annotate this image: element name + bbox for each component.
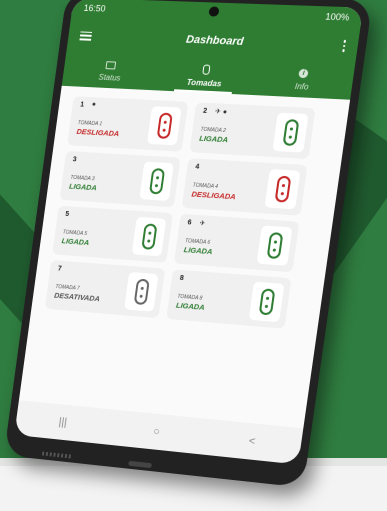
tab-info[interactable]: i Info [251, 61, 355, 100]
socket-toggle[interactable] [146, 106, 182, 146]
socket-number: 5 [64, 210, 70, 219]
power-outlet-icon [273, 175, 291, 203]
socket-state: LIGADA [198, 133, 229, 145]
speaker-grille [41, 451, 71, 459]
power-outlet-icon [281, 119, 299, 147]
power-outlet-icon [133, 278, 150, 306]
phone-screen: 16:50 100% Dashboard Status Tomadas i In… [14, 0, 364, 465]
phone-mockup: 16:50 100% Dashboard Status Tomadas i In… [0, 0, 387, 511]
socket-flags: ✈ ● [214, 108, 228, 116]
socket-number: 7 [57, 265, 63, 273]
socket-state: LIGADA [175, 300, 206, 312]
socket-card[interactable]: 5 TOMADA 5 LIGADA [52, 205, 173, 263]
socket-state: LIGADA [61, 236, 90, 248]
power-outlet-icon [258, 288, 275, 316]
socket-number: 2 [202, 107, 208, 115]
sockets-grid: 1 ● TOMADA 1 DESLIGADA 2 ✈ ● TOMADA 2 LI… [19, 85, 351, 425]
socket-state: LIGADA [183, 245, 213, 257]
status-battery: 100% [324, 11, 350, 23]
socket-card[interactable]: 8 TOMADA 8 LIGADA [166, 269, 292, 329]
status-time: 16:50 [83, 2, 107, 14]
socket-state: DESATIVADA [53, 290, 101, 304]
socket-toggle[interactable] [272, 112, 309, 153]
back-button[interactable]: < [248, 435, 256, 448]
camera-icon [208, 6, 220, 17]
socket-number: 1 [79, 101, 85, 109]
socket-card[interactable]: 4 TOMADA 4 DESLIGADA [181, 158, 308, 216]
socket-toggle[interactable] [124, 271, 159, 312]
power-outlet-icon [140, 223, 158, 250]
socket-toggle[interactable] [264, 169, 301, 210]
usb-port [128, 460, 153, 469]
phone-body: 16:50 100% Dashboard Status Tomadas i In… [3, 0, 373, 488]
socket-number: 8 [179, 274, 185, 283]
socket-toggle[interactable] [131, 216, 167, 257]
socket-icon [201, 63, 211, 75]
more-options-icon[interactable] [341, 40, 347, 52]
home-button[interactable]: ○ [152, 426, 160, 438]
menu-icon[interactable] [79, 30, 93, 41]
socket-card[interactable]: 1 ● TOMADA 1 DESLIGADA [67, 96, 189, 152]
socket-card[interactable]: 6 ✈ TOMADA 6 LIGADA [173, 213, 300, 273]
socket-state: DESLIGADA [76, 126, 120, 139]
power-outlet-icon [156, 112, 173, 139]
socket-toggle[interactable] [248, 281, 285, 323]
socket-flags: ✈ [198, 220, 206, 228]
socket-flags: ● [91, 101, 97, 109]
tab-label: Status [97, 72, 122, 83]
socket-card[interactable]: 2 ✈ ● TOMADA 2 LIGADA [189, 102, 316, 160]
socket-number: 6 [187, 219, 192, 227]
socket-card[interactable]: 3 TOMADA 3 LIGADA [59, 150, 181, 208]
socket-state: DESLIGADA [190, 189, 237, 202]
tab-status[interactable]: Status [62, 53, 160, 91]
tab-label: Tomadas [186, 77, 223, 88]
socket-card[interactable]: 7 TOMADA 7 DESATIVADA [44, 260, 166, 319]
power-outlet-icon [148, 167, 165, 195]
socket-number: 3 [72, 156, 77, 164]
socket-state: LIGADA [68, 181, 98, 193]
info-icon: i [298, 68, 309, 79]
socket-number: 4 [194, 163, 200, 171]
map-icon [105, 60, 117, 70]
recent-apps-button[interactable]: ||| [58, 416, 68, 428]
page-title: Dashboard [185, 33, 245, 48]
socket-toggle[interactable] [139, 161, 174, 201]
power-outlet-icon [266, 231, 283, 260]
tab-tomadas[interactable]: Tomadas [155, 57, 256, 95]
socket-toggle[interactable] [256, 225, 293, 266]
tab-label: Info [294, 81, 310, 92]
